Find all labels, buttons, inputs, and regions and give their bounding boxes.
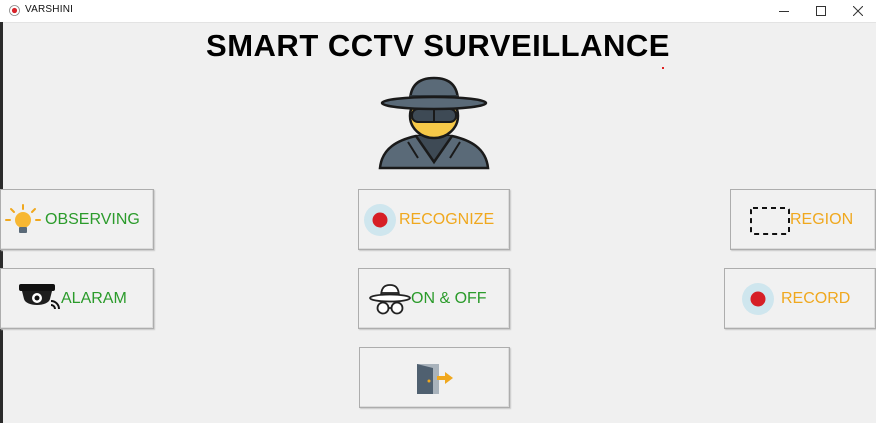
region-label: REGION — [790, 211, 854, 228]
observing-label: OBSERVING — [45, 211, 140, 228]
close-button[interactable] — [840, 0, 876, 22]
record-dot-icon — [364, 204, 396, 236]
on-off-button[interactable]: ON & OFF — [358, 268, 510, 329]
on-off-label: ON & OFF — [411, 290, 487, 307]
dashed-rectangle-icon — [750, 207, 790, 235]
bulb-icon — [5, 204, 41, 233]
minimize-button[interactable] — [766, 0, 802, 22]
recognize-button[interactable]: RECOGNIZE — [358, 189, 510, 250]
page-title: SMART CCTV SURVEILLANCE — [206, 28, 670, 63]
spy-icon — [378, 76, 490, 170]
spy-icon — [369, 284, 411, 315]
record-label: RECORD — [781, 290, 851, 307]
alaram-label: ALARAM — [61, 290, 127, 307]
cctv-camera-icon — [19, 284, 60, 310]
region-button[interactable]: REGION — [730, 189, 876, 250]
maximize-button[interactable] — [803, 0, 839, 22]
recognize-label: RECOGNIZE — [399, 211, 495, 228]
app-icon — [9, 5, 20, 16]
window-title: VARSHINI — [25, 4, 74, 15]
title-bar: VARSHINI — [0, 0, 876, 23]
minimize-icon — [779, 11, 789, 12]
alaram-button[interactable]: ALARAM — [0, 268, 154, 329]
maximize-icon — [816, 6, 826, 16]
red-dot-mark — [662, 67, 664, 69]
record-button[interactable]: RECORD — [724, 268, 876, 329]
close-icon — [853, 6, 863, 16]
record-dot-icon — [742, 283, 774, 315]
observing-button[interactable]: OBSERVING — [0, 189, 154, 250]
exit-door-icon — [417, 364, 453, 394]
exit-button[interactable] — [359, 347, 510, 408]
